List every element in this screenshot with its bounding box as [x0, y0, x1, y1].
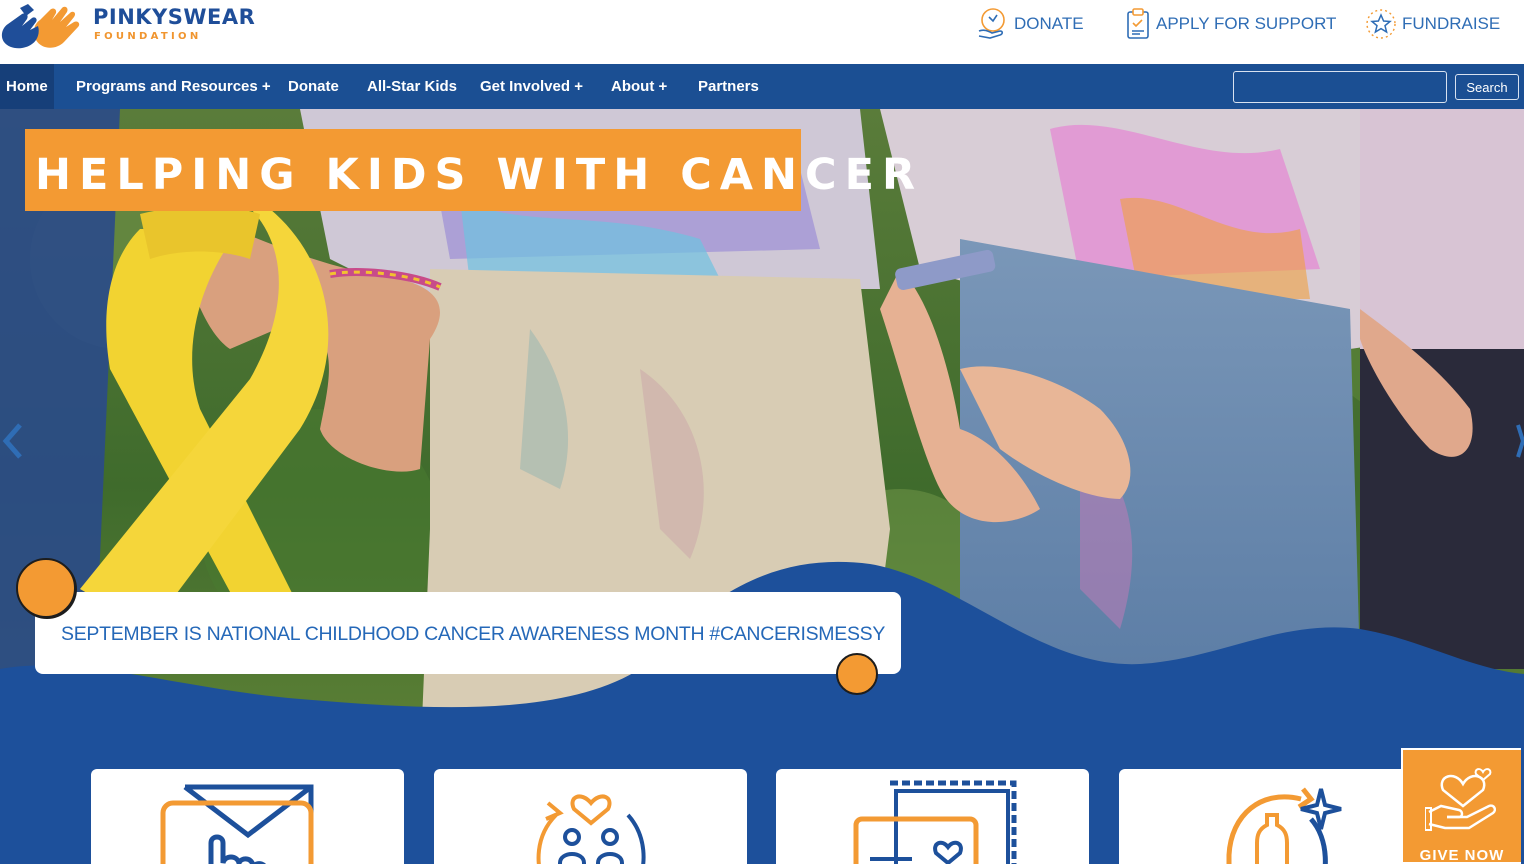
nav-about[interactable]: About + [611, 64, 667, 109]
logo-subtitle: FOUNDATION [94, 31, 202, 42]
header-apply-label: APPLY FOR SUPPORT [1156, 14, 1337, 33]
clipboard-icon [1127, 8, 1149, 39]
hero-slider: HELPING KIDS WITH CANCER SEPTEMBER IS NA… [0, 109, 1524, 864]
nav-partners[interactable]: Partners [698, 64, 759, 109]
program-card-4[interactable] [1119, 769, 1432, 864]
hero-photo-kids-holding-hands [0, 109, 1524, 864]
header-donate-label: DONATE [1014, 14, 1084, 33]
search-input[interactable] [1233, 71, 1447, 103]
header-fundraise-link[interactable]: FUNDRAISE [1364, 6, 1500, 42]
heart-hand-icon [1425, 768, 1497, 831]
site-header: PINKYSWEAR FOUNDATION DONATE APPLY FOR S… [0, 0, 1524, 64]
recycle-bottle-icon [1226, 787, 1341, 864]
search-button[interactable]: Search [1455, 74, 1519, 100]
nav-donate[interactable]: Donate [288, 64, 339, 109]
main-nav: Home Programs and Resources + Donate All… [0, 64, 1524, 109]
decorative-orange-dot [16, 558, 76, 618]
envelope-hand-icon [160, 784, 313, 864]
header-apply-link[interactable]: APPLY FOR SUPPORT [1124, 6, 1336, 42]
nav-all-star-kids[interactable]: All-Star Kids [367, 64, 457, 109]
nav-programs-and-resources[interactable]: Programs and Resources + [76, 64, 271, 109]
give-now-label: GIVE NOW [1419, 847, 1505, 864]
hero-title: HELPING KIDS WITH CANCER [35, 150, 924, 200]
heart-family-icon [536, 794, 646, 864]
nav-home[interactable]: Home [0, 64, 54, 109]
slider-prev-arrow[interactable] [0, 419, 26, 463]
program-card-3[interactable] [776, 769, 1089, 864]
slider-next-arrow[interactable] [1512, 419, 1524, 463]
star-icon [1366, 9, 1396, 39]
decorative-orange-dot [836, 653, 878, 695]
program-card-2[interactable] [434, 769, 747, 864]
header-donate-link[interactable]: DONATE [976, 6, 1084, 42]
give-now-button[interactable]: GIVE NOW [1401, 748, 1521, 864]
donate-hand-icon [978, 8, 1005, 39]
pinky-swear-hands-icon [1, 4, 80, 49]
program-card-1[interactable] [91, 769, 404, 864]
site-logo[interactable]: PINKYSWEAR FOUNDATION [0, 0, 290, 56]
awareness-banner-text: SEPTEMBER IS NATIONAL CHILDHOOD CANCER A… [61, 623, 886, 645]
header-fundraise-label: FUNDRAISE [1402, 14, 1501, 33]
logo-name: PINKYSWEAR [93, 5, 256, 29]
stamp-card-icon [853, 780, 1016, 864]
nav-get-involved[interactable]: Get Involved + [480, 64, 583, 109]
